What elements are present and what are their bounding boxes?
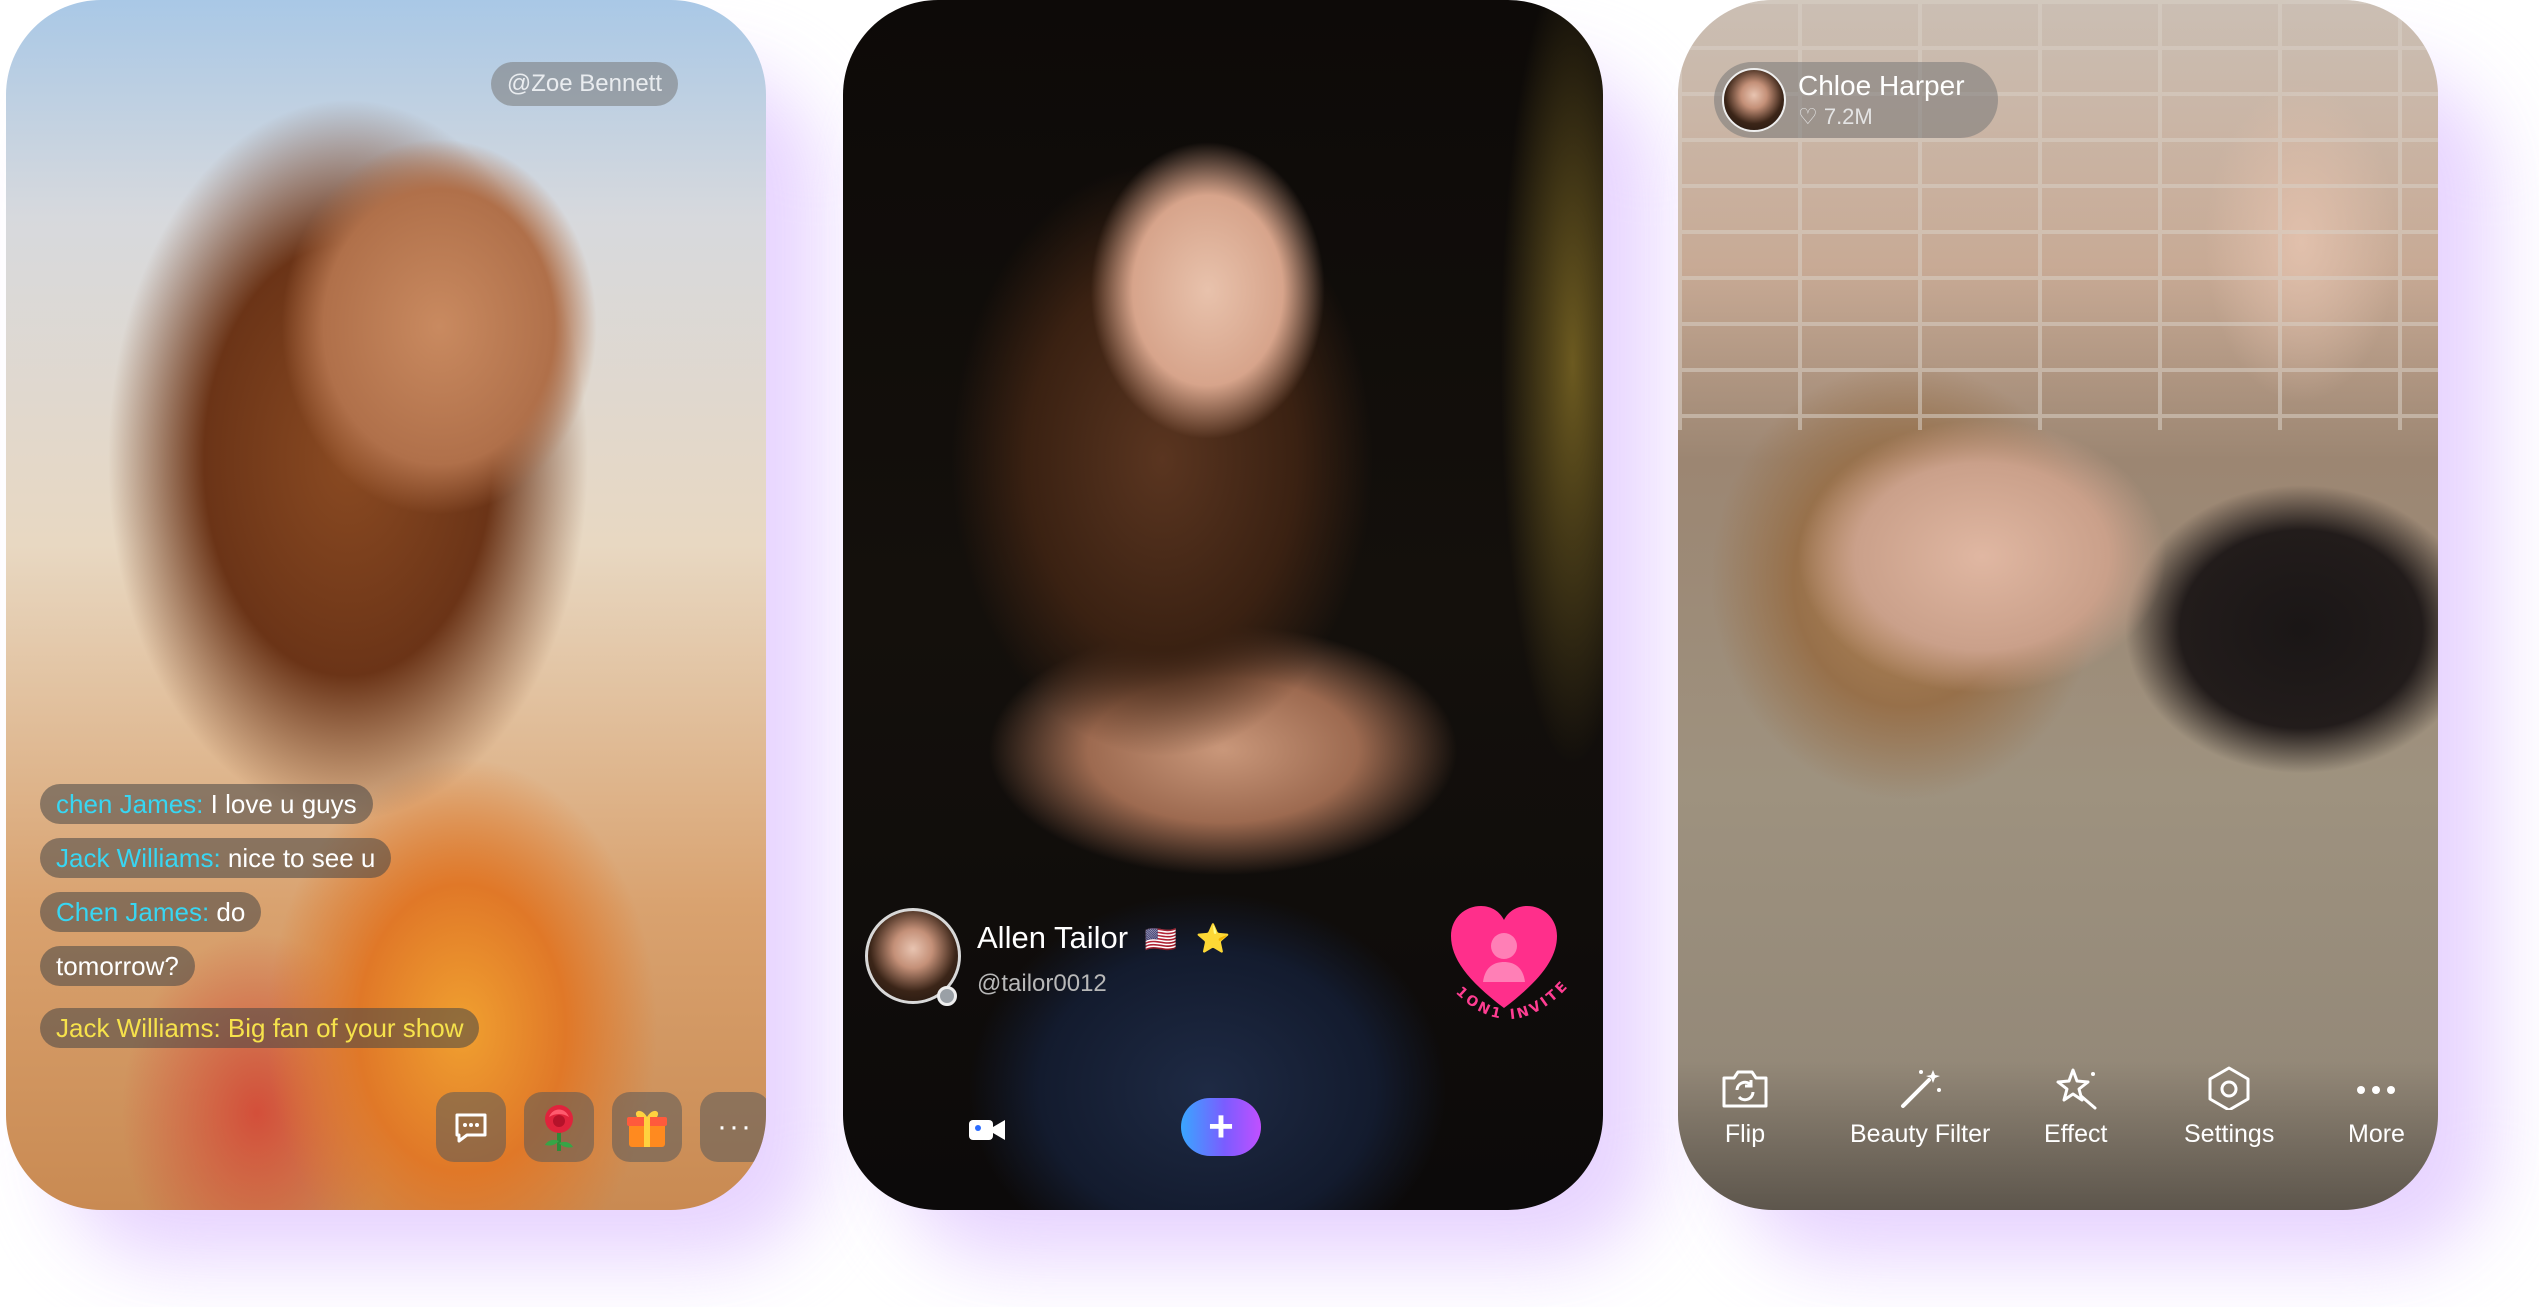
- more-dots-icon: [2357, 1086, 2396, 1094]
- online-status-dot: [937, 986, 957, 1006]
- profile-name: Allen Tailor 🇺🇸 ⭐: [977, 920, 1231, 955]
- chat-message: tomorrow?: [40, 946, 195, 986]
- chat-username: Chen James:: [56, 897, 210, 927]
- profile-call-card: Allen Tailor 🇺🇸 ⭐ @tailor0012 + 1ON1 INV…: [843, 0, 1603, 1210]
- chat-message: Jack Williams: nice to see u: [40, 838, 392, 878]
- invite-label: 1ON1 INVITE: [1453, 978, 1573, 1023]
- tool-flip[interactable]: Flip: [1720, 1066, 1770, 1149]
- tool-beauty-filter[interactable]: Beauty Filter: [1850, 1066, 1990, 1149]
- chat-username: Jack Williams:: [56, 1013, 221, 1043]
- video-call-icon[interactable]: [967, 1110, 1007, 1150]
- host-name: Chloe Harper: [1798, 70, 1965, 101]
- rose-gift-button[interactable]: [524, 1092, 594, 1162]
- chat-list: chen James: I love u guys Jack Williams:…: [40, 784, 480, 1048]
- chat-username: Jack Williams:: [56, 843, 221, 873]
- add-button[interactable]: +: [1181, 1098, 1261, 1156]
- chat-text: I love u guys: [210, 789, 357, 819]
- live-stream-card-chat: @Zoe Bennett chen James: I love u guys J…: [6, 0, 766, 1210]
- chat-bubble-icon: [455, 1113, 487, 1143]
- tool-effect[interactable]: Effect: [2044, 1066, 2107, 1149]
- svg-text:1ON1 INVITE: 1ON1 INVITE: [1453, 978, 1573, 1023]
- chat-text: do: [216, 897, 246, 927]
- phone-mockups: @Zoe Bennett chen James: I love u guys J…: [0, 0, 2539, 1307]
- sparkle-star-icon: [2056, 1068, 2097, 1110]
- chat-text: Big fan of your show: [227, 1013, 464, 1043]
- likes-count: ♡ 7.2M: [1798, 104, 1873, 129]
- rose-icon: [545, 1105, 573, 1151]
- chat-button[interactable]: [436, 1092, 506, 1162]
- chat-message: chen James: I love u guys: [40, 784, 373, 824]
- flip-camera-icon: [1722, 1070, 1768, 1108]
- magic-wand-icon: [1901, 1070, 1942, 1108]
- gift-icon: [627, 1110, 667, 1147]
- tool-more[interactable]: More: [2348, 1066, 2405, 1149]
- profile-handle: @tailor0012: [977, 970, 1107, 997]
- host-info-pill[interactable]: Chloe Harper ♡ 7.2M: [1714, 62, 1998, 138]
- settings-hexagon-icon: [2208, 1066, 2250, 1110]
- chat-text: tomorrow?: [56, 951, 179, 981]
- streamer-username-chip[interactable]: @Zoe Bennett: [490, 62, 678, 106]
- host-tools-card: Chloe Harper ♡ 7.2M Flip Beauty Filter E…: [1678, 0, 2438, 1210]
- tool-settings[interactable]: Settings: [2184, 1066, 2274, 1149]
- chat-message: Jack Williams: Big fan of your show: [40, 1008, 480, 1048]
- chat-username: chen James:: [56, 789, 204, 819]
- gift-button[interactable]: [612, 1092, 682, 1162]
- chat-message: Chen James: do: [40, 892, 262, 932]
- avatar: [1722, 68, 1786, 132]
- stream-action-buttons: ···: [436, 1092, 766, 1162]
- star-badge-icon: ⭐: [1195, 923, 1231, 954]
- more-options-button[interactable]: ···: [700, 1092, 766, 1162]
- country-flag-icon: 🇺🇸: [1144, 924, 1178, 954]
- chat-text: nice to see u: [227, 843, 376, 873]
